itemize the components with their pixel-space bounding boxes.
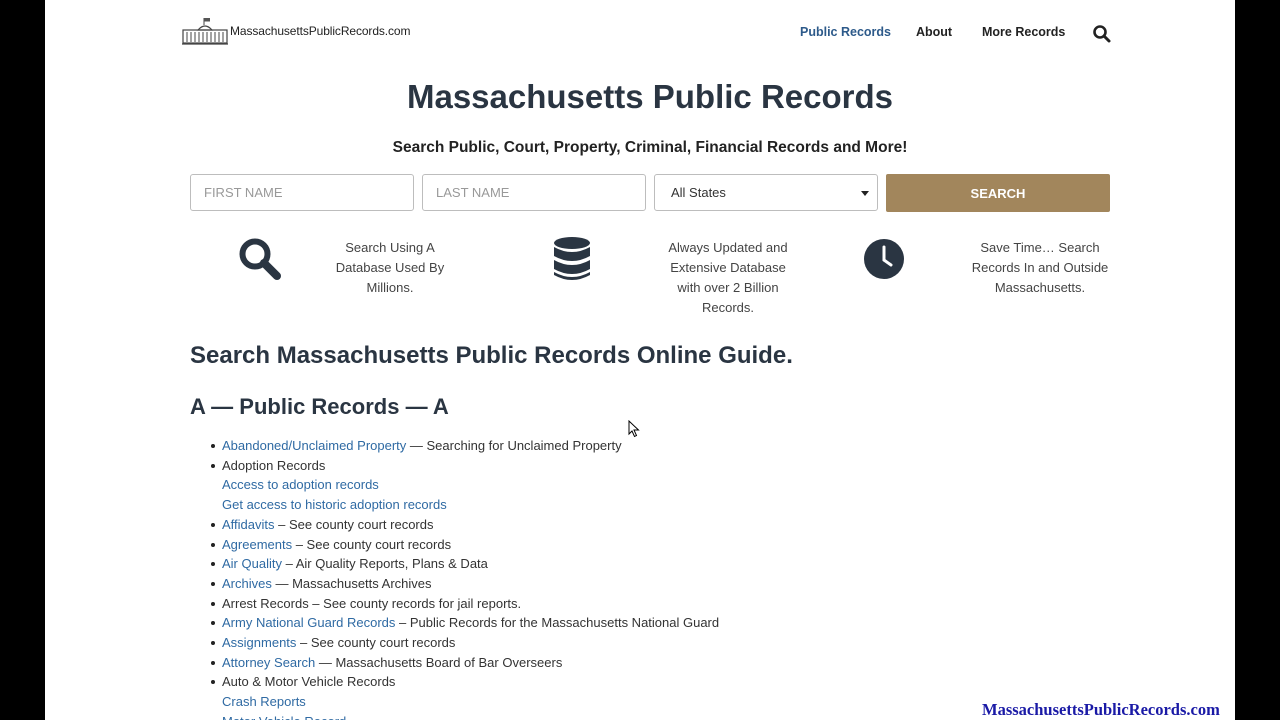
record-link[interactable]: Attorney Search	[222, 655, 315, 670]
magnifier-icon	[239, 238, 281, 280]
record-item: Affidavits – See county court records	[190, 515, 719, 535]
record-link[interactable]: Army National Guard Records	[222, 615, 395, 630]
feature-text-3: Save Time… Search Records In and Outside…	[971, 240, 1109, 295]
record-item: Abandoned/Unclaimed Property — Searching…	[190, 436, 719, 456]
search-button[interactable]: SEARCH	[886, 174, 1110, 212]
nav-about[interactable]: About	[916, 25, 952, 39]
logo-text: MassachusettsPublicRecords.com	[230, 24, 411, 38]
caret-down-icon	[861, 191, 869, 196]
state-select[interactable]: All States	[654, 174, 878, 211]
record-link[interactable]: Get access to historic adoption records	[222, 497, 447, 512]
record-item: Adoption Records	[190, 456, 719, 476]
records-list: Abandoned/Unclaimed Property — Searching…	[190, 436, 719, 720]
record-description: — Massachusetts Board of Bar Overseers	[315, 654, 563, 670]
record-description: – See county court records	[292, 536, 452, 552]
capitol-building-icon	[182, 18, 228, 45]
feature-text-2: Always Updated and Extensive Database wi…	[668, 240, 788, 315]
record-description: – Air Quality Reports, Plans & Data	[281, 556, 488, 572]
record-item: Crash Reports	[190, 692, 719, 712]
mouse-pointer-icon	[628, 420, 640, 438]
guide-title: Search Massachusetts Public Records Onli…	[190, 342, 793, 369]
page-title: Massachusetts Public Records	[406, 78, 893, 115]
record-description: — Searching for Unclaimed Property	[406, 438, 622, 453]
nav-public-records[interactable]: Public Records	[800, 25, 891, 39]
record-item: Air Quality – Air Quality Reports, Plans…	[190, 554, 719, 574]
record-description: Arrest Records – See county records for …	[222, 595, 522, 611]
last-name-input[interactable]	[422, 174, 646, 211]
record-description: – Public Records for the Massachusetts N…	[395, 615, 720, 631]
record-item: Assignments – See county court records	[190, 633, 719, 653]
web-page: MassachusettsPublicRecords.com Public Re…	[45, 0, 1235, 720]
record-description: – See county court records	[274, 516, 434, 532]
record-description: – See county court records	[296, 635, 456, 651]
record-item: Access to adoption records	[190, 475, 719, 495]
record-link[interactable]: Access to adoption records	[222, 477, 379, 492]
feature-text-1: Search Using A Database Used By Millions…	[335, 240, 445, 295]
record-item: Motor Vehicle Record	[190, 712, 719, 720]
record-description: Adoption Records	[222, 457, 326, 473]
record-link[interactable]: Motor Vehicle Record	[222, 714, 346, 720]
state-select-value: All States	[671, 185, 726, 200]
record-item: Agreements – See county court records	[190, 535, 719, 555]
record-link[interactable]: Archives	[222, 576, 272, 591]
record-link[interactable]: Affidavits	[222, 517, 275, 532]
record-item: Archives — Massachusetts Archives	[190, 574, 719, 594]
record-link[interactable]: Abandoned/Unclaimed Property	[222, 438, 406, 453]
nav-more-records[interactable]: More Records	[982, 25, 1065, 39]
record-item: Get access to historic adoption records	[190, 495, 719, 515]
database-icon	[554, 237, 590, 280]
record-description: Auto & Motor Vehicle Records	[222, 674, 396, 690]
watermark-text: MassachusettsPublicRecords.com	[982, 700, 1220, 719]
site-logo[interactable]: MassachusettsPublicRecords.com	[182, 17, 411, 45]
first-name-input[interactable]	[190, 174, 414, 211]
page-subtitle: Search Public, Court, Property, Criminal…	[392, 139, 908, 156]
record-item: Attorney Search — Massachusetts Board of…	[190, 653, 719, 673]
clock-icon	[864, 239, 904, 279]
record-link[interactable]: Agreements	[222, 537, 292, 552]
section-title: A — Public Records — A	[190, 394, 449, 419]
record-link[interactable]: Crash Reports	[222, 694, 306, 709]
record-description: — Massachusetts Archives	[271, 575, 432, 591]
record-link[interactable]: Assignments	[222, 635, 296, 650]
record-link[interactable]: Air Quality	[222, 556, 282, 571]
record-item: Auto & Motor Vehicle Records	[190, 672, 719, 692]
record-item: Army National Guard Records – Public Rec…	[190, 613, 719, 633]
search-icon[interactable]	[1092, 24, 1112, 44]
record-item: Arrest Records – See county records for …	[190, 594, 719, 614]
